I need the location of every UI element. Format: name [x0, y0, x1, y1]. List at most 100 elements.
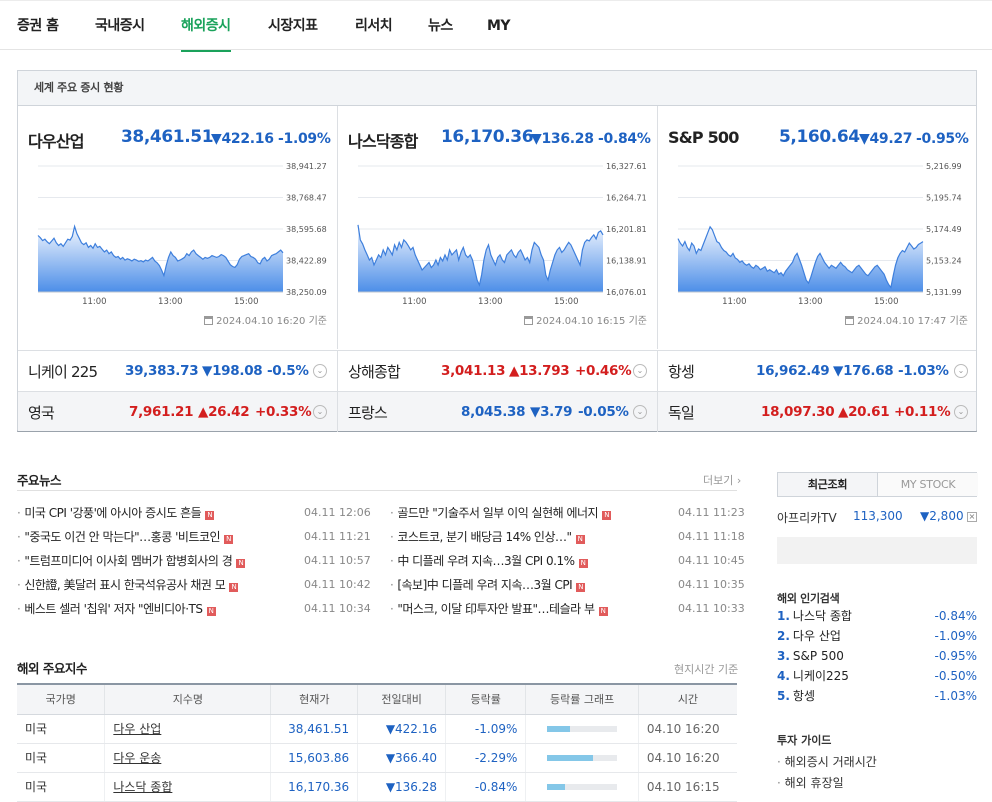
news-time: 04.11 12:06	[304, 506, 371, 519]
popular-item[interactable]: 5. 항셍 -1.03%	[777, 686, 977, 706]
news-item[interactable]: · 코스트코, 분기 배당금 14% 인상…" N	[390, 527, 585, 547]
time: 04.10 16:15	[637, 772, 737, 802]
index-value: 7,961.21	[129, 404, 194, 420]
index-cell-hangseng[interactable]: 항셍 16,962.49 ▼176.68 -1.03% ⌄	[658, 351, 978, 391]
index-value: 18,097.30	[761, 404, 835, 420]
index-change: ▼49.27	[859, 131, 913, 147]
popular-pct: -0.50%	[934, 669, 977, 683]
chevron-down-icon[interactable]: ⌄	[313, 364, 327, 378]
bullet: ·	[390, 578, 394, 592]
nav-overseas[interactable]: 해외증시	[181, 1, 231, 52]
new-badge: N	[206, 607, 216, 616]
new-badge: N	[576, 583, 586, 592]
y-tick-label: 5,131.99	[926, 288, 962, 297]
pct-bar-track	[547, 783, 618, 790]
popular-item[interactable]: 1. 나스닥 종합 -0.84%	[777, 606, 977, 626]
y-tick-label: 5,216.99	[926, 162, 962, 171]
tab-recent[interactable]: 최근조회	[778, 473, 878, 496]
news-time: 04.11 10:45	[678, 554, 745, 567]
tab-mystock[interactable]: MY STOCK	[878, 473, 978, 496]
index-cell-germany[interactable]: 독일 18,097.30 ▲20.61 +0.11% ⌄	[658, 392, 978, 432]
chevron-down-icon[interactable]: ⌄	[313, 405, 327, 419]
nav-news[interactable]: 뉴스	[428, 1, 453, 51]
index-cell-nikkei[interactable]: 니케이 225 39,383.73 ▼198.08 -0.5% ⌄	[18, 351, 338, 391]
nav-research[interactable]: 리서치	[355, 1, 393, 51]
guide-link-holidays[interactable]: · 해외 휴장일	[777, 773, 844, 793]
country: 미국	[17, 772, 105, 802]
index-name[interactable]: 다우 운송	[113, 751, 161, 765]
index-name-link[interactable]: 다우 운송	[104, 743, 271, 773]
index-name: 영국	[28, 404, 55, 422]
y-tick-label: 5,153.24	[926, 257, 962, 266]
popular-pct: -0.95%	[934, 649, 977, 663]
popular-item[interactable]: 3. S&P 500 -0.95%	[777, 646, 977, 666]
popular-item[interactable]: 4. 니케이225 -0.50%	[777, 666, 977, 686]
news-more-label: 더보기	[703, 474, 734, 487]
x-tick-label: 11:00	[82, 297, 107, 307]
chevron-down-icon[interactable]: ⌄	[954, 364, 968, 378]
new-badge: N	[575, 535, 585, 544]
nav-my[interactable]: MY	[487, 1, 511, 51]
news-item[interactable]: · "중국도 이건 안 막는다"…홍콩 '비트코인 N	[17, 527, 234, 547]
intraday-chart-sp500: 5,216.99 5,195.74 5,174.49 5,153.24 5,131.99…	[658, 161, 978, 321]
bullet: ·	[777, 755, 785, 769]
index-pct: -0.05%	[578, 404, 629, 420]
index-name: 나스닥종합	[348, 132, 418, 151]
y-tick-label: 38,250.09	[286, 288, 327, 297]
index-cell-france[interactable]: 프랑스 8,045.38 ▼3.79 -0.05% ⌄	[338, 392, 658, 432]
y-tick-label: 38,422.89	[286, 256, 327, 265]
country: 미국	[17, 743, 105, 773]
y-tick-label: 16,201.81	[606, 225, 647, 234]
news-item[interactable]: · [속보]中 디플레 우려 지속…3월 CPI N	[390, 575, 586, 595]
intraday-chart-dow: 38,941.27 38,768.47 38,595.68 38,422.89 38,2…	[18, 161, 338, 321]
guide-link-trading-hours[interactable]: · 해외증시 거래시간	[777, 752, 877, 772]
bullet: ·	[17, 602, 21, 616]
recent-stock-item[interactable]: 아프리카TV 113,300 ▼2,800 ×	[777, 509, 977, 529]
news-time: 04.11 11:21	[304, 530, 371, 543]
index-name[interactable]: 나스닥 종합	[113, 780, 172, 794]
popular-name: 다우 산업	[792, 629, 841, 643]
pct-graph	[525, 714, 639, 744]
col-index-name: 지수명	[104, 683, 271, 715]
chevron-down-icon[interactable]: ⌄	[633, 405, 647, 419]
news-item[interactable]: · "트럼프미디어 이사회 멤버가 합병회사의 경N	[17, 551, 246, 571]
news-item[interactable]: · 中 디플레 우려 지속…3월 CPI 0.1% N	[390, 551, 588, 571]
index-name-link[interactable]: 다우 산업	[104, 714, 271, 744]
news-item[interactable]: · 베스트 셀러 '칩워' 저자 "엔비디아·TS N	[17, 599, 216, 619]
panel-sp500[interactable]: S&P 500 5,160.64 ▼49.27 -0.95% 5,216.99 5…	[658, 106, 978, 349]
nav-stock-home[interactable]: 증권 홈	[17, 1, 59, 51]
news-item[interactable]: · 미국 CPI '강풍'에 아시아 증시도 흔들 N	[17, 503, 215, 523]
news-more-link[interactable]: 더보기 ›	[703, 472, 741, 488]
chevron-down-icon[interactable]: ⌄	[954, 405, 968, 419]
news-headline: 신한證, 美달러 표시 한국석유공사 채권 모	[24, 578, 226, 592]
news-time: 04.11 10:33	[678, 602, 745, 615]
index-name[interactable]: 다우 산업	[113, 722, 161, 736]
index-change: ▲20.61	[838, 404, 890, 420]
index-name-link[interactable]: 나스닥 종합	[104, 772, 271, 802]
news-headline: 코스트코, 분기 배당금 14% 인상…"	[397, 530, 572, 544]
chevron-down-icon[interactable]: ⌄	[633, 364, 647, 378]
index-cell-shanghai[interactable]: 상해종합 3,041.13 ▲13.793 +0.46% ⌄	[338, 351, 658, 391]
news-item[interactable]: · 신한證, 美달러 표시 한국석유공사 채권 모N	[17, 575, 239, 595]
panel-dow[interactable]: 다우산업 38,461.51 ▼422.16 -1.09% 38,941.27 3…	[18, 106, 338, 349]
panel-nasdaq[interactable]: 나스닥종합 16,170.36 ▼136.28 -0.84% 16,327.61…	[338, 106, 658, 349]
news-item[interactable]: · 골드만 "기술주서 일부 이익 실현해 에너지 N	[390, 503, 612, 523]
popular-item[interactable]: 2. 다우 산업 -1.09%	[777, 626, 977, 646]
top-navigation: 증권 홈 국내증시 해외증시 시장지표 리서치 뉴스 MY	[0, 0, 992, 52]
news-divider	[17, 490, 737, 491]
news-item[interactable]: · "머스크, 이달 印투자안 발표"…테슬라 부N	[390, 599, 608, 619]
y-tick-label: 16,138.91	[606, 257, 647, 266]
new-badge: N	[602, 511, 612, 520]
table-row: 미국 나스닥 종합 16,170.36 ▼136.28 -0.84% 04.10…	[17, 772, 737, 802]
nav-domestic[interactable]: 국내증시	[95, 1, 145, 51]
index-pct: +0.11%	[894, 404, 951, 420]
index-value: 8,045.38	[461, 404, 526, 420]
index-value: 16,962.49	[756, 363, 830, 379]
pct-bar-track	[547, 725, 618, 732]
index-cell-uk[interactable]: 영국 7,961.21 ▲26.42 +0.33% ⌄	[18, 392, 338, 432]
close-icon[interactable]: ×	[967, 512, 977, 522]
bullet: ·	[390, 530, 394, 544]
index-name: 독일	[668, 404, 695, 422]
nav-indicators[interactable]: 시장지표	[268, 1, 318, 51]
new-badge: N	[236, 559, 246, 568]
